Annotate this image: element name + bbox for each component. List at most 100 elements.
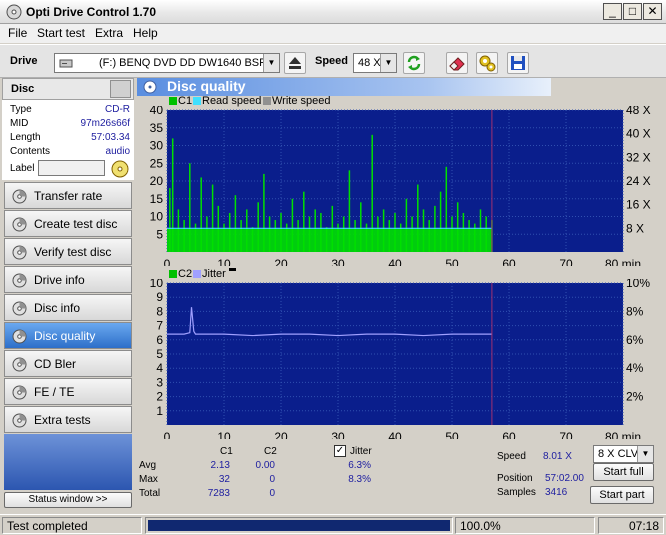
menu-file[interactable]: File (8, 26, 27, 40)
cd-icon (12, 357, 27, 372)
y-tick-label: 35 (150, 121, 164, 135)
samples-label: Samples (497, 487, 536, 498)
chevron-down-icon[interactable]: ▼ (380, 54, 396, 72)
x-tick-label: 70 (559, 257, 573, 266)
status-time: 07:18 (598, 517, 664, 534)
chevron-down-icon[interactable]: ▼ (263, 54, 279, 72)
nav-disc-info[interactable]: Disc info (4, 294, 132, 321)
y-tick-label: 30 (150, 139, 164, 153)
drive-value: (F:) BENQ DVD DD DW1640 BSRB (99, 57, 275, 69)
settings-button[interactable] (476, 52, 498, 74)
x-tick-label: 20 (274, 430, 288, 439)
disc-contents-value: audio (105, 146, 130, 157)
avg-label: Avg (139, 460, 157, 471)
x-tick-label: 20 (274, 257, 288, 266)
c1-chart: 5 10 15 20 25 30 35 40 8 X 16 X 24 X 32 X 40 X 48 X 0 1… (150, 106, 651, 266)
nav-cd-bler[interactable]: CD Bler (4, 350, 132, 377)
nav-disc-quality[interactable]: Disc quality (4, 322, 132, 349)
cd-icon (12, 273, 27, 288)
y-tick-label: 10 (150, 210, 164, 224)
disc-label-field[interactable] (38, 160, 105, 176)
nav-create-test-disc[interactable]: Create test disc (4, 210, 132, 237)
y-right-tick-label: 24 X (626, 174, 651, 188)
y-right-tick-label: 6% (626, 333, 644, 347)
disc-panel-toggle[interactable] (110, 80, 131, 98)
menu-extra[interactable]: Extra (95, 26, 123, 40)
x-tick-label: 0 (164, 430, 171, 439)
position-label: Position (497, 473, 533, 484)
eject-icon (289, 57, 301, 69)
disc-panel-header: Disc (2, 78, 134, 100)
y-right-tick-label: 10% (626, 279, 650, 290)
c2-jitter-chart: 123456789102%4%6%8%10%0 10 20 30 40 50 60 70 80 … (150, 279, 651, 439)
y-right-tick-label: 8% (626, 304, 644, 318)
title-bar: Opti Drive Control 1.70 _ □ ✕ (0, 0, 666, 24)
test-speed-select[interactable]: 8 X CLV ▼ (593, 445, 654, 463)
drive-icon (59, 59, 73, 68)
chevron-down-icon[interactable]: ▼ (637, 446, 653, 462)
save-button[interactable] (507, 52, 529, 74)
eject-button[interactable] (284, 52, 306, 74)
y-tick-label: 3 (156, 375, 163, 389)
jitter-label: Jitter (350, 446, 372, 457)
nav-label: Transfer rate (34, 189, 103, 203)
maximize-button[interactable]: □ (623, 3, 642, 20)
c1-max-value: 32 (218, 474, 230, 485)
col-c2-header: C2 (264, 446, 277, 457)
cd-label-icon[interactable] (110, 160, 130, 178)
speed-label: Speed (315, 55, 349, 67)
disc-header-label: Disc (11, 83, 35, 95)
x-tick-label: 0 (164, 257, 171, 266)
menu-help[interactable]: Help (133, 26, 158, 40)
y-tick-label: 5 (156, 347, 163, 361)
y-tick-label: 2 (156, 390, 163, 404)
status-window-button[interactable]: Status window >> (4, 492, 132, 508)
refresh-button[interactable] (403, 52, 425, 74)
x-tick-label: 50 (445, 257, 459, 266)
y-right-tick-label: 4% (626, 361, 644, 375)
nav-verify-test-disc[interactable]: Verify test disc (4, 238, 132, 265)
nav-drive-info[interactable]: Drive info (4, 266, 132, 293)
jitter-checkbox[interactable]: ✓ (334, 445, 346, 457)
c2-max-value: 0 (269, 474, 275, 485)
start-part-button[interactable]: Start part (590, 486, 654, 504)
y-tick-label: 15 (150, 192, 164, 206)
progress-percent: 100.0% (455, 517, 595, 534)
total-label: Total (139, 488, 161, 499)
y-tick-label: 9 (156, 290, 163, 304)
nav-label: Disc info (34, 301, 81, 315)
c2-avg-value: 0.00 (255, 460, 275, 471)
x-tick-label: 30 (331, 430, 345, 439)
gear-icon (479, 55, 496, 72)
speed-stat-label: Speed (497, 451, 526, 462)
x-tick-label: 10 (217, 430, 231, 439)
nav-fe-te[interactable]: FE / TE (4, 378, 132, 405)
progress-bar (145, 517, 453, 534)
c1-baseline-band (167, 228, 492, 252)
app-cd-icon (6, 4, 22, 20)
disc-type-value: CD-R (105, 104, 130, 115)
start-full-button[interactable]: Start full (593, 463, 654, 481)
nav-transfer-rate[interactable]: Transfer rate (4, 182, 132, 209)
c1-total-value: 7283 (207, 488, 230, 499)
drive-select[interactable]: (F:) BENQ DVD DD DW1640 BSRB ▼ (54, 53, 280, 73)
legend-jitter-swatch (193, 270, 201, 278)
nav-panel-fill (4, 434, 132, 490)
cd-icon (12, 217, 27, 232)
minimize-button[interactable]: _ (603, 3, 622, 20)
menu-start-test[interactable]: Start test (37, 26, 85, 40)
disc-contents-key: Contents (10, 146, 51, 157)
y-right-tick-label: 2% (626, 390, 644, 404)
erase-button[interactable] (446, 52, 468, 74)
nav-extra-tests[interactable]: Extra tests (4, 406, 132, 433)
nav-label: Disc quality (34, 329, 96, 343)
y-tick-label: 1 (156, 404, 163, 418)
cd-icon (12, 301, 27, 316)
speed-select[interactable]: 48 X ▼ (353, 53, 397, 73)
close-button[interactable]: ✕ (643, 3, 662, 20)
samples-value: 3416 (545, 487, 568, 498)
nav-label: Drive info (34, 273, 85, 287)
disc-type-key: Type (10, 104, 32, 115)
legend-c1-swatch (169, 97, 177, 105)
nav-label: FE / TE (34, 385, 75, 399)
